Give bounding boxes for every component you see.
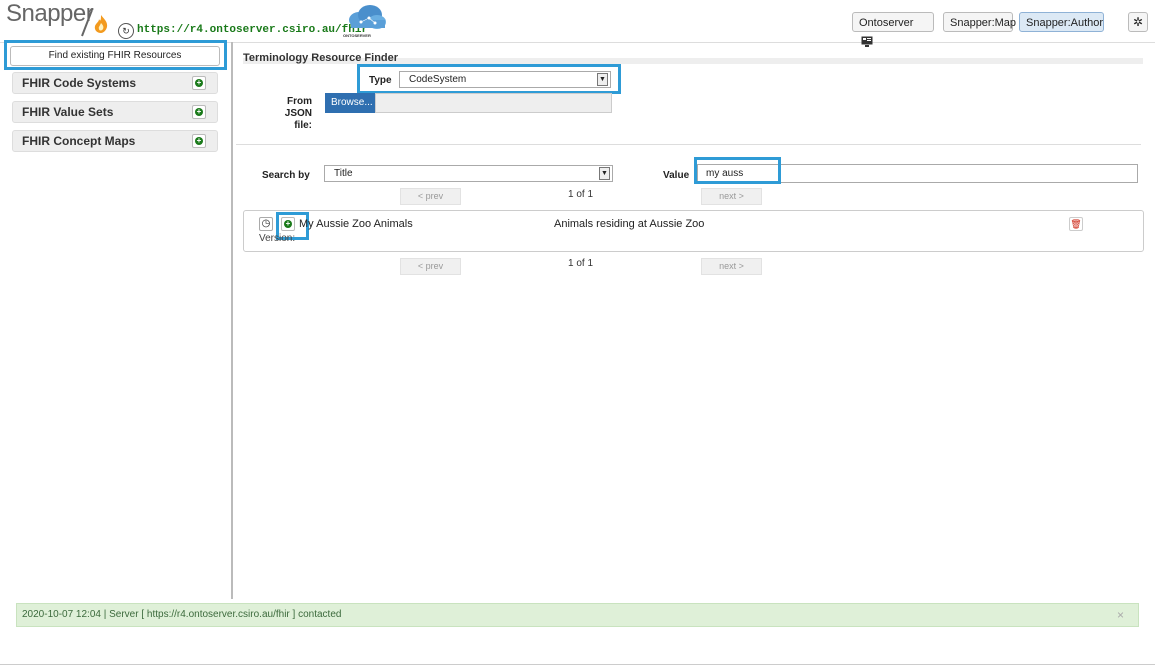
plus-circle-icon: + [195, 78, 203, 87]
prev-button-bottom[interactable]: < prev [400, 258, 461, 275]
add-code-system-button[interactable]: + [192, 76, 206, 90]
next-button-bottom[interactable]: next > [701, 258, 762, 275]
ontoserver-logo-text: ONTOSERVER [343, 33, 371, 38]
search-by-label: Search by [262, 170, 310, 181]
divider [236, 144, 1141, 145]
result-row[interactable] [243, 210, 1144, 252]
history-icon[interactable]: ◷ [259, 217, 273, 231]
server-url[interactable]: https://r4.ontoserver.csiro.au/fhir [137, 24, 368, 36]
ontoserver-button-label: Ontoserver [859, 17, 914, 29]
result-name: My Aussie Zoo Animals [299, 218, 413, 230]
type-select[interactable]: CodeSystem ▼ [399, 71, 611, 88]
search-by-select-value: Title [334, 168, 353, 179]
search-by-select[interactable]: Title ▼ [324, 165, 613, 182]
ontoserver-button[interactable]: Ontoserver [852, 12, 934, 47]
result-version-label: Version: [259, 233, 296, 244]
sidebar-item-label: FHIR Value Sets [22, 105, 114, 119]
plus-circle-icon: + [195, 107, 203, 116]
file-name-field[interactable] [375, 93, 612, 113]
page-info-bottom: 1 of 1 [568, 258, 594, 269]
bottom-divider [0, 664, 1155, 665]
refresh-icon[interactable]: ↻ [118, 23, 134, 39]
value-label: Value [663, 170, 690, 181]
status-message: 2020-10-07 12:04 | Server [ https://r4.o… [22, 609, 342, 620]
sidebar [0, 42, 233, 599]
chevron-down-icon: ▼ [597, 73, 608, 86]
page-title: Terminology Resource Finder [243, 52, 399, 64]
add-concept-map-button[interactable]: + [192, 134, 206, 148]
snapper-author-button[interactable]: Snapper:Author [1019, 12, 1104, 32]
flame-icon [94, 15, 108, 33]
type-select-value: CodeSystem [409, 74, 467, 85]
chevron-down-icon: ▼ [599, 167, 610, 180]
monitor-icon [861, 36, 873, 47]
sidebar-item-concept-maps[interactable]: FHIR Concept Maps + [12, 130, 218, 152]
highlight-value-input [694, 157, 781, 184]
next-button-top[interactable]: next > [701, 188, 762, 205]
gear-icon[interactable]: ✲ [1128, 12, 1148, 32]
snapper-map-button[interactable]: Snapper:Map [943, 12, 1016, 32]
result-description: Animals residing at Aussie Zoo [554, 218, 705, 230]
ontoserver-cloud-icon [349, 5, 386, 29]
sidebar-item-label: FHIR Code Systems [22, 76, 137, 90]
page-info-top: 1 of 1 [568, 189, 594, 200]
sidebar-item-value-sets[interactable]: FHIR Value Sets + [12, 101, 218, 123]
json-file-label: From JSON file: [258, 96, 312, 132]
browse-button[interactable]: Browse... [325, 93, 375, 113]
add-value-set-button[interactable]: + [192, 105, 206, 119]
close-icon[interactable]: × [1117, 608, 1124, 622]
type-label: Type [369, 75, 392, 86]
sidebar-item-label: FHIR Concept Maps [22, 134, 136, 148]
status-bar: 2020-10-07 12:04 | Server [ https://r4.o… [16, 603, 1139, 627]
plus-circle-icon: + [195, 136, 203, 145]
prev-button-top[interactable]: < prev [400, 188, 461, 205]
json-file-label-line1: From JSON [284, 96, 312, 119]
sidebar-item-code-systems[interactable]: FHIR Code Systems + [12, 72, 218, 94]
find-existing-resources-button[interactable]: Find existing FHIR Resources [10, 46, 220, 66]
json-file-label-line2: file: [294, 120, 312, 131]
trash-icon[interactable]: 🗑 [1069, 217, 1083, 231]
